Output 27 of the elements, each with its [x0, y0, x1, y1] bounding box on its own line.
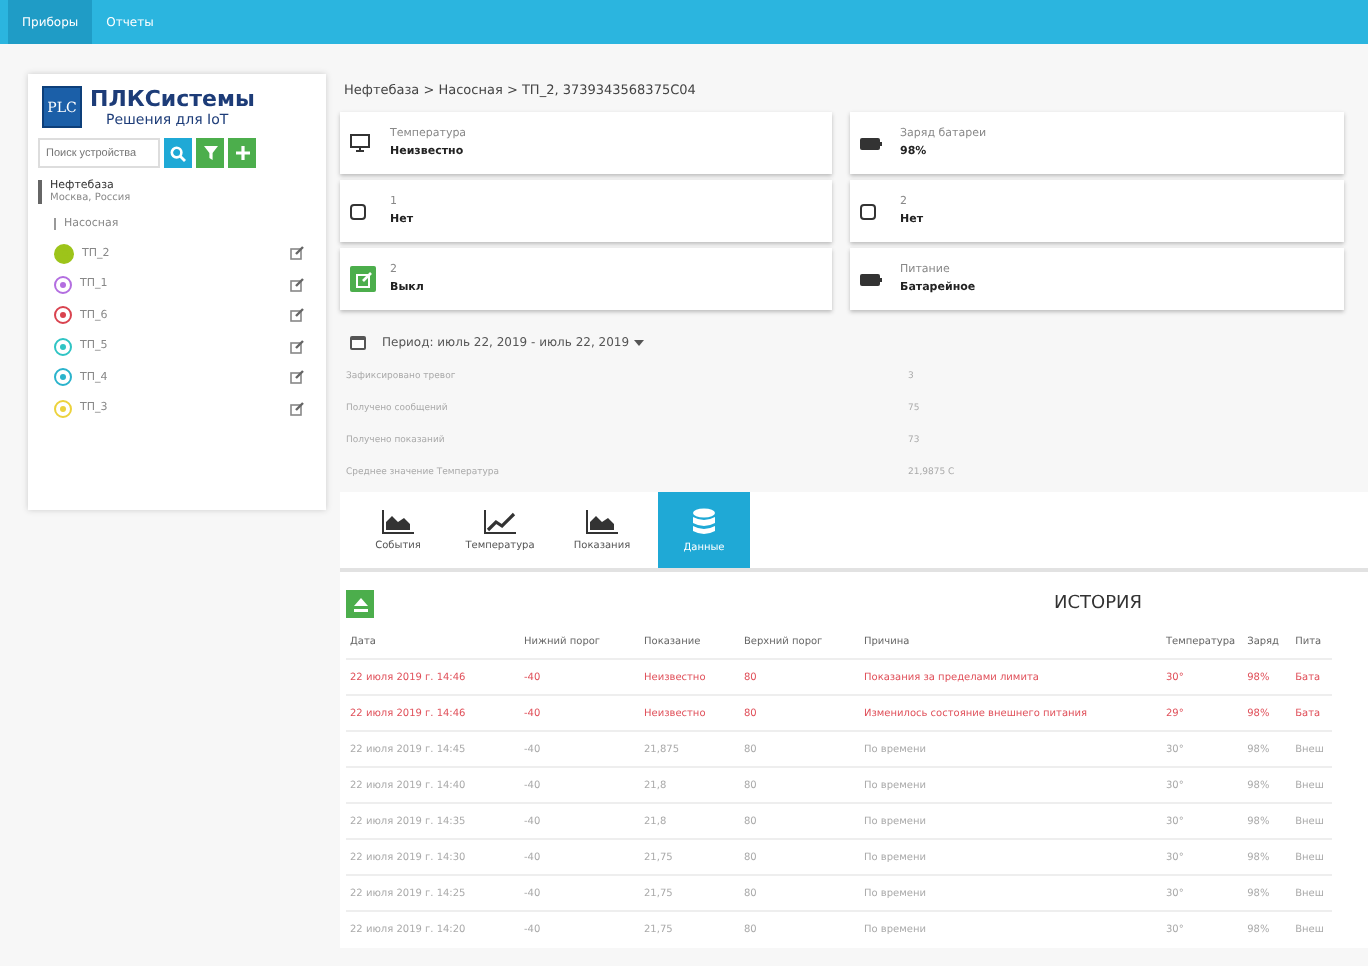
section-title: ИСТОРИЯ	[1054, 594, 1143, 614]
monitor-icon	[350, 134, 370, 152]
add-button[interactable]	[228, 138, 256, 168]
edit-icon[interactable]	[290, 277, 304, 292]
plus-icon	[235, 146, 249, 160]
edit-icon	[355, 271, 371, 287]
battery-icon	[860, 273, 882, 285]
database-icon	[692, 507, 716, 535]
edit-icon[interactable]	[290, 370, 304, 385]
caret-icon	[633, 339, 644, 345]
edit-icon[interactable]	[290, 339, 304, 354]
area-chart-icon	[382, 509, 414, 533]
download-icon	[353, 597, 367, 611]
filter-icon	[203, 146, 217, 160]
edit-icon[interactable]	[290, 308, 304, 323]
area-chart-icon	[586, 509, 618, 533]
download-button[interactable]	[346, 590, 374, 618]
logo-title: ПЛКСистемы	[90, 86, 255, 112]
edit-icon[interactable]	[290, 401, 304, 416]
calendar-icon	[350, 334, 366, 350]
edit-button[interactable]	[350, 266, 376, 292]
edit-icon[interactable]	[290, 246, 304, 261]
search-icon	[170, 145, 186, 161]
search-button[interactable]	[164, 138, 192, 168]
filter-button[interactable]	[196, 138, 224, 168]
battery-icon	[860, 137, 882, 149]
line-chart-icon	[484, 509, 516, 533]
